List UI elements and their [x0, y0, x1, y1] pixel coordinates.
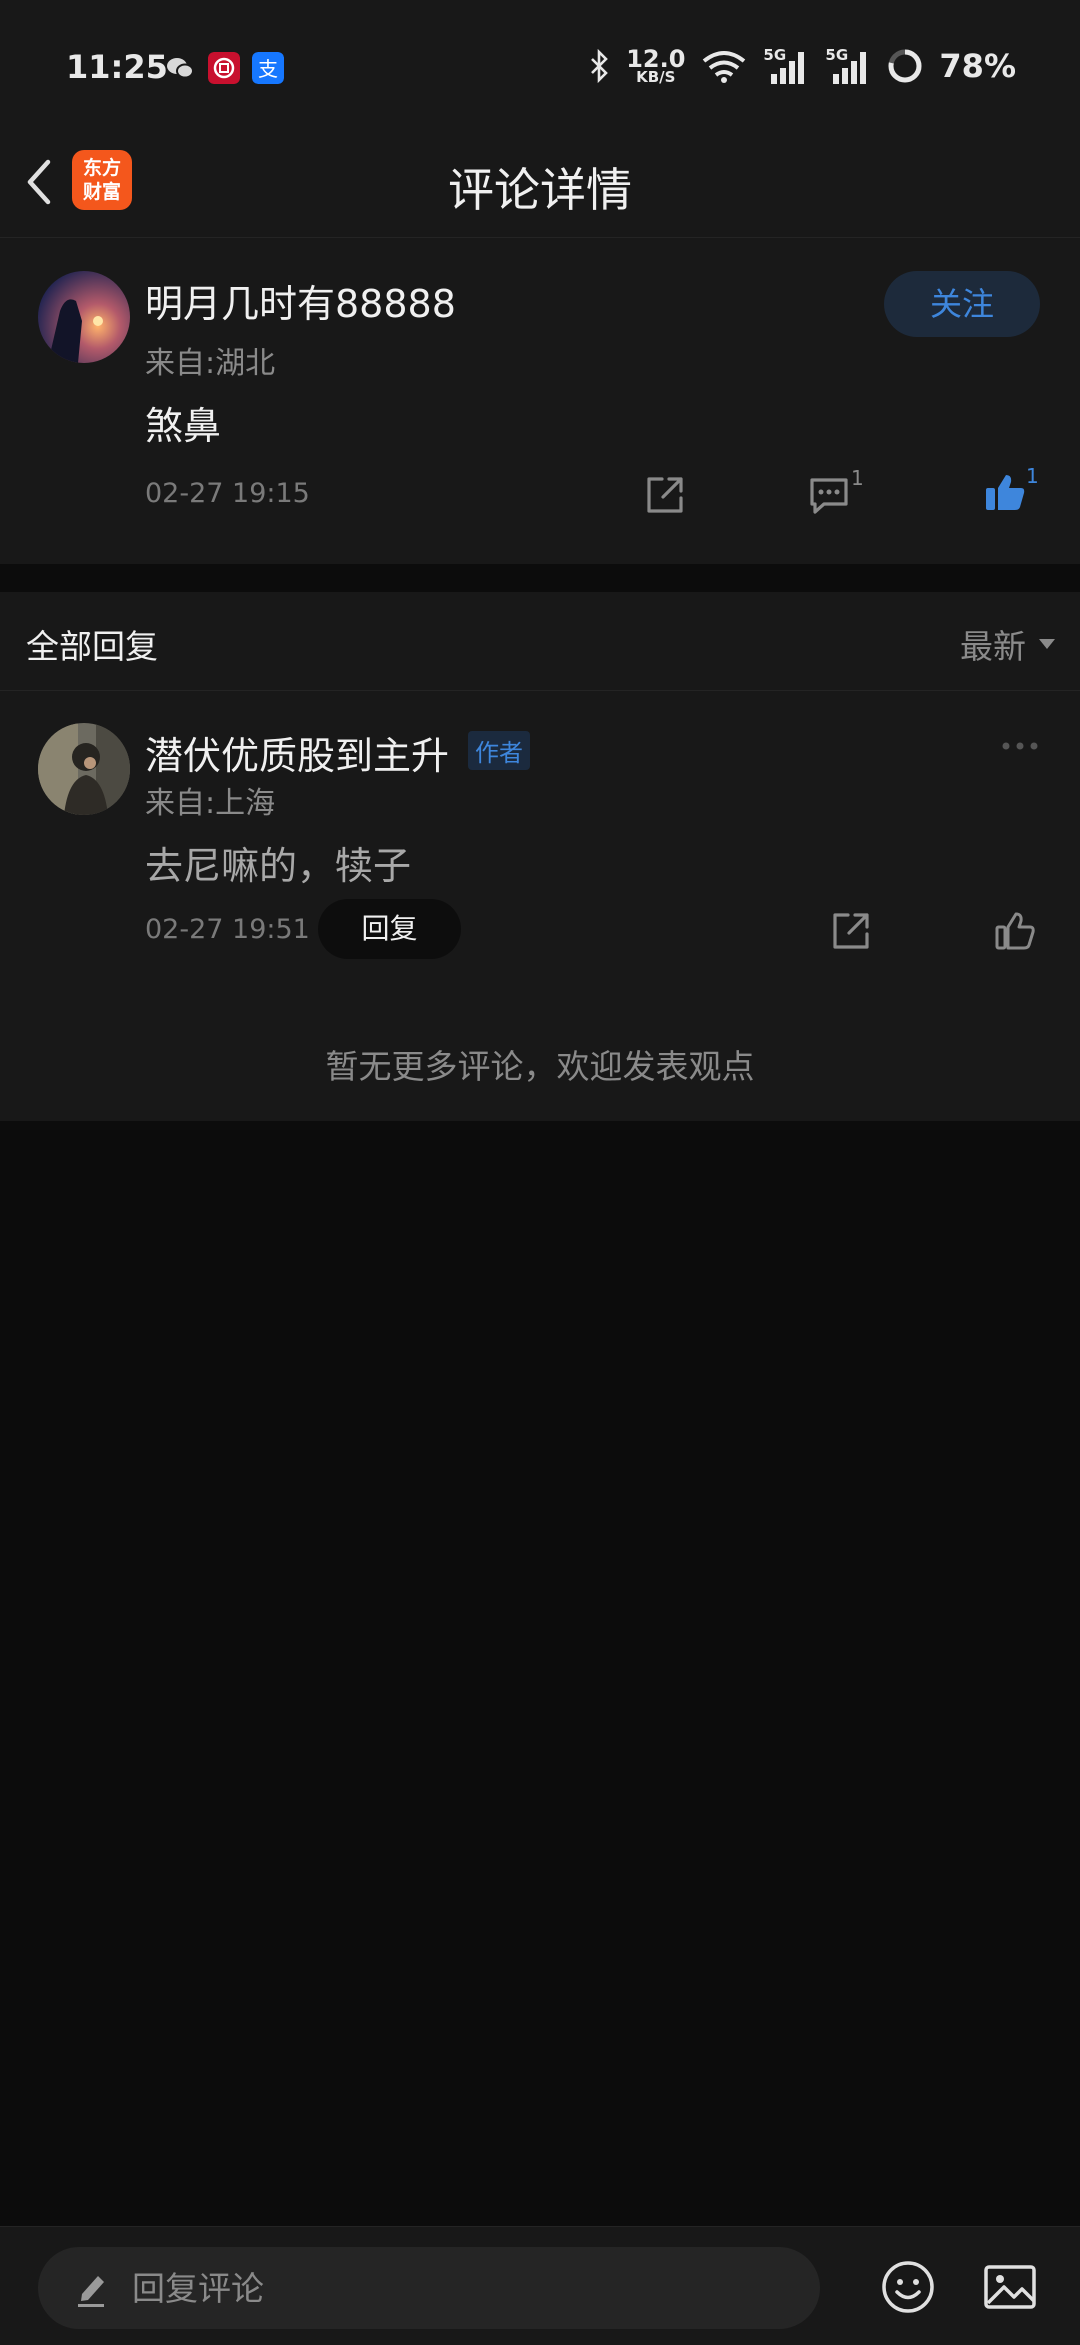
- bank-app-icon: [208, 52, 240, 84]
- signal-1-label: 5G: [763, 46, 787, 64]
- avatar[interactable]: [38, 271, 130, 363]
- share-icon[interactable]: [642, 472, 688, 518]
- like-icon[interactable]: [982, 470, 1028, 516]
- comment-text: 煞鼻: [145, 404, 222, 448]
- sort-label: 最新: [960, 627, 1026, 666]
- no-more-comments: 暂无更多评论，欢迎发表观点: [325, 1047, 755, 1086]
- reply-author-name[interactable]: 潜伏优质股到主升: [145, 725, 449, 780]
- reply-input[interactable]: [130, 2267, 734, 2309]
- author-location: 来自:湖北: [145, 346, 276, 381]
- nav-bar: 东方 财富 评论详情: [0, 130, 1080, 238]
- more-options-icon[interactable]: [1000, 740, 1040, 752]
- status-right: 12.0 KB/S 5G 5G 78%: [588, 46, 1016, 86]
- follow-button[interactable]: 关注: [884, 271, 1040, 337]
- emoji-icon[interactable]: [880, 2259, 936, 2315]
- battery-ring-icon: [888, 49, 922, 83]
- signal-2: 5G: [825, 46, 871, 86]
- signal-2-label: 5G: [825, 46, 849, 64]
- reply-count: 1: [851, 466, 864, 490]
- image-icon[interactable]: [982, 2259, 1038, 2315]
- replies-header: 全部回复 最新: [0, 592, 1080, 691]
- status-bar: 11:25 支 12.0 KB/S 5G 5G 78%: [0, 0, 1080, 130]
- alipay-icon: 支: [252, 52, 284, 84]
- main-comment: 明月几时有88888 来自:湖北 关注 煞鼻 02-27 19:15 1 1: [0, 238, 1080, 564]
- status-time: 11:25: [66, 48, 168, 86]
- share-icon[interactable]: [828, 908, 874, 954]
- net-speed-value: 12.0: [626, 44, 686, 73]
- triangle-down-icon: [1039, 639, 1055, 649]
- comment-time: 02-27 19:15: [145, 478, 310, 509]
- like-count: 1: [1026, 464, 1039, 488]
- pencil-icon: [78, 2276, 104, 2307]
- section-divider: [0, 564, 1080, 592]
- signal-1: 5G: [763, 46, 809, 86]
- wechat-icon: [167, 58, 194, 79]
- reply-time: 02-27 19:51: [145, 914, 310, 945]
- notification-icons: 支: [164, 52, 284, 84]
- author-name[interactable]: 明月几时有88888: [145, 273, 456, 328]
- comment-icon[interactable]: [806, 472, 852, 518]
- replies-section: 全部回复 最新 潜伏优质股到主升 作者 来自:上海 去尼嘛的，犊子 02-27 …: [0, 592, 1080, 1121]
- avatar[interactable]: [38, 723, 130, 815]
- page-title: 评论详情: [448, 163, 632, 217]
- bluetooth-icon: [591, 49, 609, 83]
- reply-input-box[interactable]: [38, 2247, 820, 2329]
- reply-text: 去尼嘛的，犊子: [145, 844, 412, 888]
- battery-level: 78%: [939, 47, 1016, 85]
- svg-text:支: 支: [258, 57, 278, 81]
- wifi-icon: [703, 51, 746, 83]
- net-speed: 12.0 KB/S: [626, 44, 686, 85]
- author-badge: 作者: [468, 731, 530, 770]
- sort-dropdown[interactable]: 最新: [960, 620, 1056, 668]
- bottom-bar: [0, 2226, 1080, 2345]
- reply-author-location: 来自:上海: [145, 786, 276, 821]
- like-icon[interactable]: [992, 908, 1038, 954]
- replies-title: 全部回复: [26, 627, 158, 666]
- reply-button[interactable]: 回复: [318, 899, 461, 959]
